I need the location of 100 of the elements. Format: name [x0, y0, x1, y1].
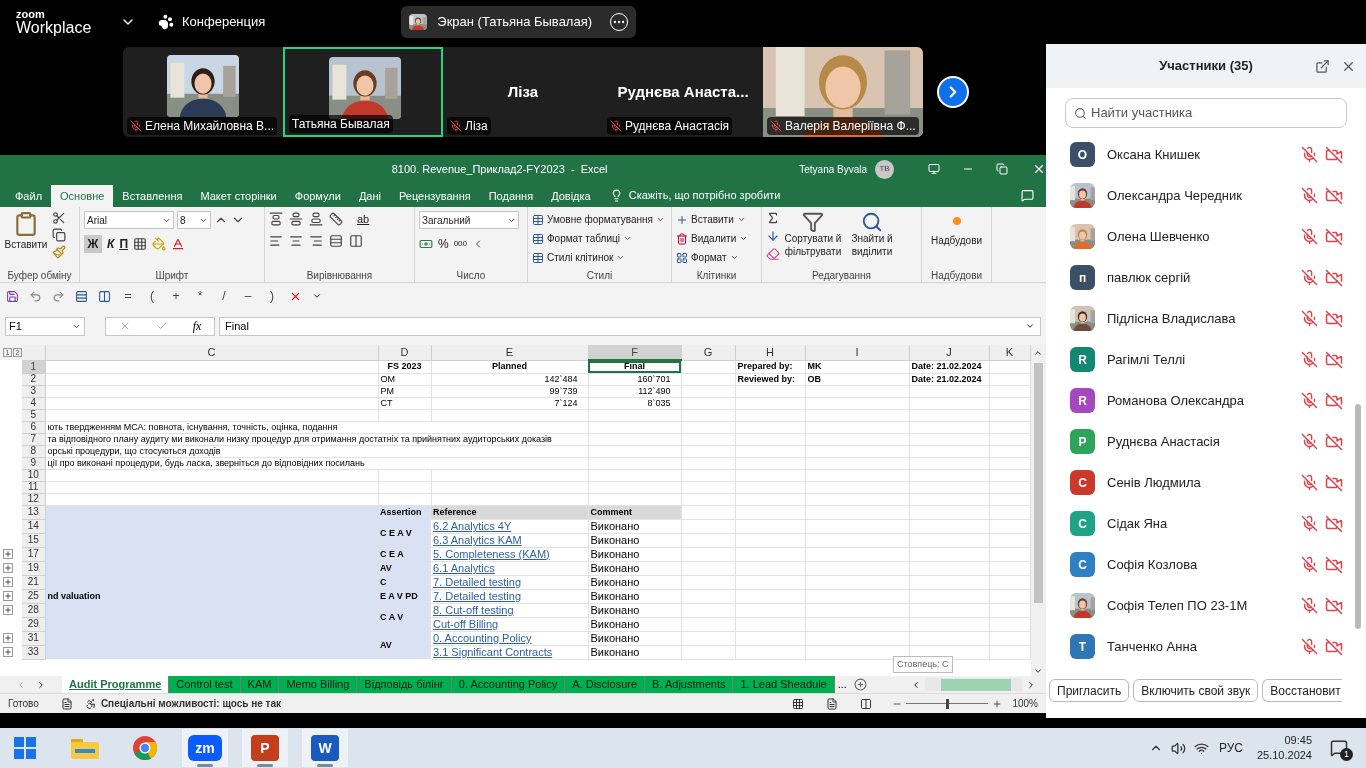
search-field[interactable]: Найти участника	[1065, 98, 1347, 128]
normal-view-icon[interactable]	[792, 697, 805, 710]
sheet-tab[interactable]: A. Disclosure	[565, 676, 646, 693]
column-header[interactable]: K	[989, 345, 1030, 360]
video-off-icon[interactable]	[1325, 637, 1343, 656]
hyperlink[interactable]: 7. Detailed testing	[433, 590, 522, 602]
video-off-icon[interactable]	[1325, 473, 1343, 492]
comments-icon[interactable]	[1021, 189, 1034, 202]
scroll-down-icon[interactable]	[1033, 666, 1043, 676]
page-layout-icon[interactable]	[826, 697, 839, 710]
align-middle-icon[interactable]	[289, 212, 303, 227]
muted-mic-icon[interactable]	[1301, 269, 1318, 286]
symbol-button[interactable]: (	[145, 287, 159, 305]
sum-icon[interactable]	[766, 211, 780, 225]
hyperlink[interactable]: 5. Completeness (KAM)	[433, 548, 550, 560]
muted-mic-icon[interactable]	[1301, 351, 1318, 368]
cells-menu-button[interactable]: Видалити	[676, 230, 749, 247]
ribbon-tab[interactable]: Файл	[6, 185, 52, 207]
participant-row[interactable]: О Оксана Книшек	[1046, 134, 1355, 175]
participant-row[interactable]: С Софія Козлова	[1046, 544, 1355, 585]
sheet-tab[interactable]: Audit Programme	[62, 676, 170, 693]
ribbon-tab[interactable]: Подання	[479, 185, 543, 207]
italic-button[interactable]: К	[107, 235, 115, 253]
sheet-tab[interactable]: Control test	[169, 676, 241, 693]
muted-mic-icon[interactable]	[1301, 638, 1318, 655]
video-off-icon[interactable]	[1325, 350, 1343, 369]
customize-icon[interactable]	[312, 291, 322, 301]
symbol-button[interactable]: /	[217, 287, 231, 305]
cells-menu-button[interactable]: Формат	[676, 249, 749, 266]
redo-icon[interactable]	[52, 289, 65, 303]
muted-mic-icon[interactable]	[1301, 474, 1318, 491]
align-center-icon[interactable]	[289, 233, 303, 248]
avatar[interactable]: п	[1070, 265, 1095, 290]
participant-row[interactable]: Олена Шевченко	[1046, 216, 1355, 257]
pop-out-icon[interactable]	[1315, 58, 1330, 74]
scissors-icon[interactable]	[52, 211, 66, 225]
muted-mic-icon[interactable]	[1301, 556, 1318, 573]
border-icon[interactable]	[133, 237, 147, 251]
ribbon-tab[interactable]: Основне	[51, 185, 114, 207]
ribbon-tab[interactable]: Рецензування	[389, 185, 480, 207]
participant-row[interactable]: С Сенів Людмила	[1046, 462, 1355, 503]
expand-button[interactable]	[3, 563, 13, 573]
cells-menu-button[interactable]: Вставити	[676, 211, 749, 228]
video-off-icon[interactable]	[1325, 145, 1343, 164]
column-header[interactable]: D	[378, 345, 431, 360]
underline-button[interactable]: П	[119, 235, 128, 253]
format-select[interactable]: Загальний	[419, 211, 519, 229]
next-sheet-icon[interactable]	[36, 679, 46, 690]
hyperlink[interactable]: 6.3 Analytics KAM	[433, 534, 522, 546]
scroll-thumb[interactable]	[941, 678, 1011, 691]
hyperlink[interactable]: 6.1 Analytics	[433, 562, 495, 574]
avatar[interactable]: О	[1070, 142, 1095, 167]
video-off-icon[interactable]	[1325, 186, 1343, 205]
participant-row[interactable]: Р Руднєва Анастасія	[1046, 421, 1355, 462]
more-sheets-button[interactable]: ...	[834, 676, 850, 693]
meeting-button[interactable]: Конференция	[152, 8, 272, 36]
thousands-button[interactable]: 000	[453, 238, 468, 250]
sheet-tab[interactable]: 0. Accounting Policy	[451, 676, 566, 693]
video-off-icon[interactable]	[1325, 227, 1343, 246]
muted-mic-icon[interactable]	[1301, 515, 1318, 532]
ribbon-display-icon[interactable]	[928, 163, 941, 175]
align-top-icon[interactable]	[269, 212, 283, 227]
video-off-icon[interactable]	[1325, 268, 1343, 287]
muted-mic-icon[interactable]	[1301, 228, 1318, 245]
document-app-button[interactable]: W	[302, 729, 348, 767]
search-input[interactable]: Найти участника	[1091, 103, 1338, 123]
video-tile[interactable]: Руднєва Анаста... Руднєва Анастасія	[603, 47, 763, 137]
addins-button[interactable]: Надбудови	[926, 211, 987, 268]
panel-button[interactable]: Пригласить	[1049, 679, 1130, 702]
sheet-tab[interactable]: Відповідь білінг	[357, 676, 452, 693]
video-tile[interactable]: Валерія Валеріївна Ф...	[763, 47, 923, 137]
video-tile[interactable]: Татьяна Бывалая	[283, 47, 443, 137]
add-sheet-icon[interactable]	[853, 678, 867, 691]
screen-share-pill[interactable]: Экран (Татьяна Бывалая)	[401, 6, 637, 38]
close-icon[interactable]	[1032, 162, 1046, 176]
avatar[interactable]: С	[1070, 470, 1095, 495]
symbol-button[interactable]: )	[265, 287, 279, 305]
participant-row[interactable]: С Сідак Яна	[1046, 503, 1355, 544]
next-button[interactable]	[937, 76, 969, 108]
paste-button[interactable]: Вставити	[4, 211, 48, 268]
fill-down-icon[interactable]	[766, 229, 780, 243]
muted-mic-icon[interactable]	[1301, 187, 1318, 204]
avatar[interactable]: Т	[1070, 634, 1095, 659]
zoom-in-icon[interactable]	[992, 698, 1003, 709]
video-off-icon[interactable]	[1325, 309, 1343, 328]
save-icon[interactable]	[6, 289, 19, 303]
ribbon-tab[interactable]: Вставлення	[113, 185, 192, 207]
panel-button[interactable]: Восстановит	[1262, 679, 1342, 702]
muted-mic-icon[interactable]	[1301, 310, 1318, 327]
column-header[interactable]: I	[805, 345, 909, 360]
merge-icon[interactable]	[349, 233, 363, 248]
hyperlink[interactable]: Cut-off Billing	[433, 618, 499, 630]
network-icon[interactable]	[1193, 740, 1209, 756]
font-select[interactable]: Arial	[84, 211, 174, 229]
ribbon-tab[interactable]: Довідка	[542, 185, 600, 207]
hyperlink[interactable]: 3.1 Significant Contracts	[433, 646, 553, 658]
participant-row[interactable]: Олександра Чередник	[1046, 175, 1355, 216]
language-indicator[interactable]: РУС	[1218, 739, 1243, 757]
scroll-thumb[interactable]	[1033, 363, 1043, 603]
hyperlink[interactable]: 6.2 Analytics 4Y	[433, 520, 512, 532]
